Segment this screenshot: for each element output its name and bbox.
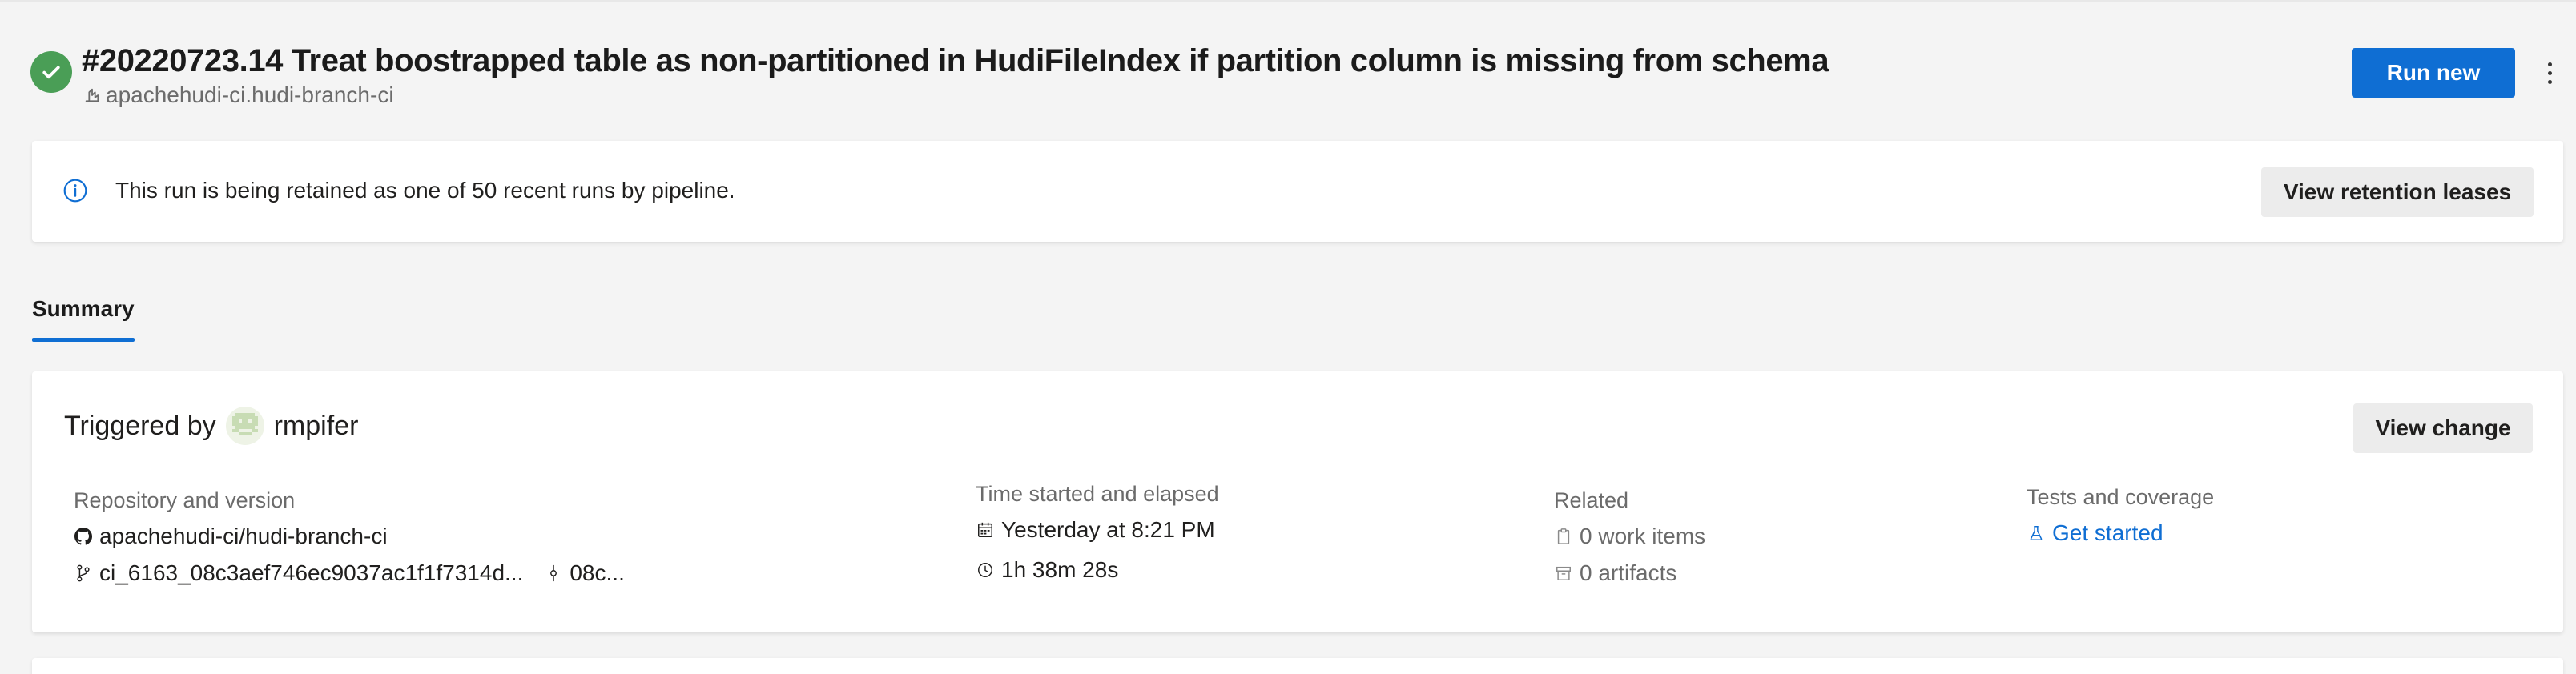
next-section-card — [32, 658, 2563, 674]
related-column: Related 0 work items 0 artifacts — [1554, 488, 1954, 608]
elapsed-row: 1h 38m 28s — [976, 557, 1118, 583]
tab-summary[interactable]: Summary — [32, 291, 135, 342]
get-started-text: Get started — [2052, 520, 2163, 545]
retention-message: This run is being retained as one of 50 … — [115, 178, 735, 203]
artifact-box-icon — [1554, 564, 1573, 583]
repository-column: Repository and version apachehudi-ci/hud… — [74, 488, 875, 608]
work-items-count: 0 work items — [1580, 524, 1706, 548]
work-items-row: 0 work items — [1554, 524, 1705, 549]
pipeline-name: apachehudi-ci.hudi-branch-ci — [106, 82, 394, 107]
branch-row: ci_6163_08c3aef746ec9037ac1f1f7314d... 0… — [74, 560, 625, 586]
selected-tab-indicator — [32, 338, 135, 342]
info-icon — [62, 178, 88, 207]
branch-icon — [74, 564, 93, 583]
time-started: Yesterday at 8:21 PM — [1001, 517, 1215, 542]
calendar-icon — [976, 520, 995, 540]
view-change-button[interactable]: View change — [2353, 403, 2533, 453]
commit-icon — [544, 564, 563, 583]
run-title: #20220723.14 Treat boostrapped table as … — [82, 43, 1829, 78]
avatar[interactable] — [225, 407, 264, 445]
pipeline-icon — [83, 86, 101, 104]
get-started-link[interactable]: Get started — [2027, 520, 2163, 546]
clipboard-icon — [1554, 527, 1573, 546]
run-new-button[interactable]: Run new — [2352, 48, 2515, 98]
beaker-icon — [2027, 524, 2046, 543]
repository-name: apachehudi-ci/hudi-branch-ci — [99, 524, 388, 548]
artifacts-row: 0 artifacts — [1554, 560, 1676, 586]
repository-link[interactable]: apachehudi-ci/hudi-branch-ci — [74, 524, 388, 549]
more-actions-icon[interactable] — [2539, 53, 2560, 93]
success-check-icon — [30, 51, 72, 93]
view-retention-leases-button[interactable]: View retention leases — [2261, 167, 2534, 217]
retention-banner: This run is being retained as one of 50 … — [32, 141, 2563, 242]
clock-icon — [976, 560, 995, 580]
time-label: Time started and elapsed — [976, 482, 1219, 506]
github-icon — [74, 527, 93, 546]
tests-label: Tests and coverage — [2027, 485, 2215, 509]
related-label: Related — [1554, 488, 1629, 512]
pipeline-link[interactable]: apachehudi-ci.hudi-branch-ci — [83, 82, 394, 108]
time-column: Time started and elapsed Yesterday at 8:… — [976, 482, 1456, 610]
tab-bar: Summary — [32, 291, 135, 346]
run-header: #20220723.14 Treat boostrapped table as … — [30, 40, 2554, 112]
time-started-row: Yesterday at 8:21 PM — [976, 517, 1215, 543]
repository-label: Repository and version — [74, 488, 296, 512]
tests-column: Tests and coverage Get started — [2027, 485, 2427, 605]
triggered-by: Triggered by rmpifer — [64, 407, 358, 445]
summary-card: Triggered by rmpifer View change Reposit… — [32, 371, 2563, 632]
time-elapsed: 1h 38m 28s — [1001, 557, 1119, 582]
tab-summary-label: Summary — [32, 296, 135, 321]
commit-hash[interactable]: 08c... — [570, 560, 624, 586]
triggered-user[interactable]: rmpifer — [274, 411, 359, 442]
branch-name[interactable]: ci_6163_08c3aef746ec9037ac1f1f7314d... — [99, 560, 523, 586]
artifacts-count: 0 artifacts — [1580, 560, 1677, 585]
triggered-by-label: Triggered by — [64, 410, 216, 441]
top-border — [0, 0, 2576, 2]
